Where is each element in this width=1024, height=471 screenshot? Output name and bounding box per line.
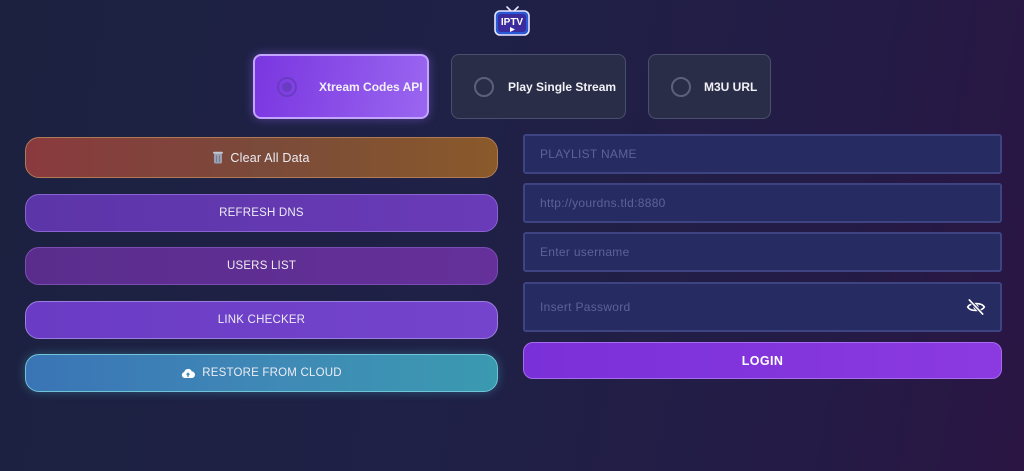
logo-text: IPTV <box>501 17 524 28</box>
trash-icon <box>213 151 224 164</box>
login-button[interactable]: LOGIN <box>523 342 1002 379</box>
restore-from-cloud-label: RESTORE FROM CLOUD <box>202 367 342 379</box>
radio-selected-icon[interactable] <box>277 76 297 97</box>
radio-unselected-icon[interactable] <box>474 76 494 97</box>
playlist-name-field[interactable] <box>523 134 1002 174</box>
users-list-label: USERS LIST <box>226 260 297 272</box>
username-field[interactable] <box>523 232 1002 272</box>
refresh-dns-button[interactable]: REFRESH DNS <box>25 194 498 232</box>
tv-play-icon: IPTV <box>494 6 530 36</box>
login-label: LOGIN <box>741 353 784 368</box>
mode-card-m3u-url[interactable]: M3U URL <box>648 54 771 119</box>
password-input[interactable] <box>525 284 1000 330</box>
iptv-logo: IPTV <box>493 6 531 38</box>
clear-all-data-label: Clear All Data <box>230 150 310 165</box>
restore-from-cloud-button[interactable]: RESTORE FROM CLOUD <box>25 354 498 392</box>
eye-off-icon[interactable] <box>966 297 986 317</box>
playlist-name-input[interactable] <box>525 136 1000 172</box>
mode-label-single-stream: Play Single Stream <box>508 79 617 94</box>
link-checker-label: LINK CHECKER <box>217 314 306 326</box>
cloud-upload-icon <box>181 368 196 379</box>
mode-label-m3u-url: M3U URL <box>704 79 758 94</box>
mode-card-xtream-codes[interactable]: Xtream Codes API <box>253 54 429 119</box>
clear-all-data-button[interactable]: Clear All Data <box>25 137 498 178</box>
radio-unselected-icon[interactable] <box>671 76 691 97</box>
mode-card-single-stream[interactable]: Play Single Stream <box>451 54 626 119</box>
username-input[interactable] <box>525 234 1000 270</box>
mode-label-xtream-codes: Xtream Codes API <box>319 79 423 94</box>
dns-url-field[interactable] <box>523 183 1002 223</box>
users-list-button[interactable]: USERS LIST <box>25 247 498 285</box>
password-field[interactable] <box>523 282 1002 332</box>
dns-url-input[interactable] <box>525 185 1000 221</box>
refresh-dns-label: REFRESH DNS <box>219 207 304 219</box>
link-checker-button[interactable]: LINK CHECKER <box>25 301 498 339</box>
